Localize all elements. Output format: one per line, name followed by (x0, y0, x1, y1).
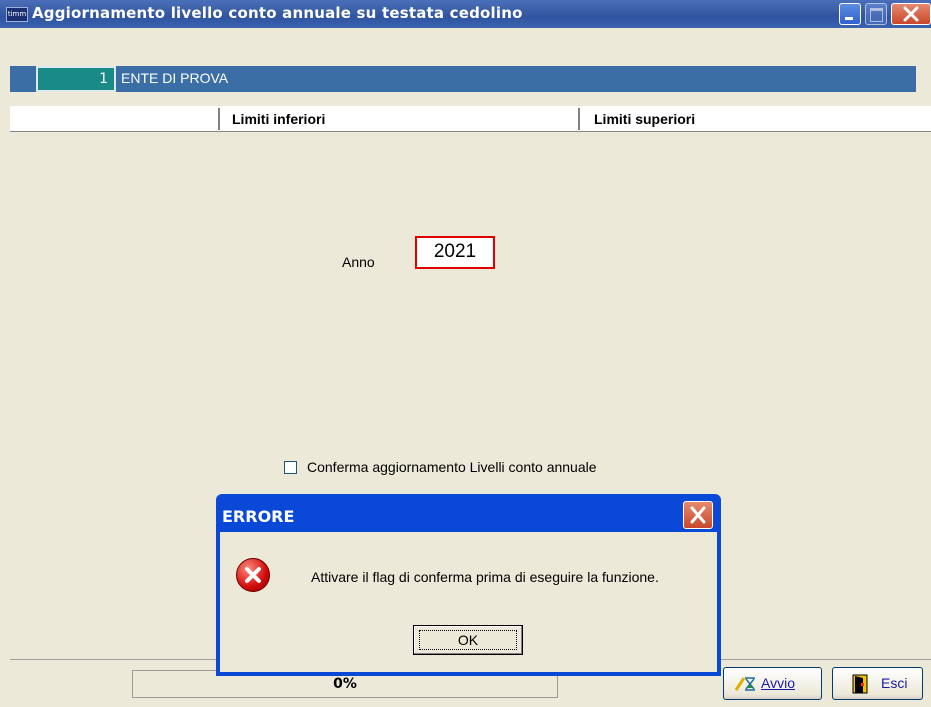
maximize-icon (866, 4, 886, 24)
header-separator[interactable] (578, 108, 581, 130)
app-icon: timm (6, 7, 28, 22)
upper-limits-header[interactable]: Limiti superiori (594, 111, 695, 127)
progress-text: 0% (333, 676, 357, 692)
focus-ring (419, 630, 517, 650)
esci-button[interactable]: Esci (832, 667, 923, 700)
close-button[interactable] (891, 3, 931, 25)
avvio-button[interactable]: Avvio (723, 667, 822, 700)
header-separator[interactable] (218, 108, 221, 130)
confirm-checkbox-label[interactable]: Conferma aggiornamento Livelli conto ann… (307, 459, 597, 475)
lower-limits-header[interactable]: Limiti inferiori (232, 111, 325, 127)
error-icon (236, 558, 270, 592)
avvio-label: Avvio (761, 675, 795, 691)
limits-header (10, 106, 931, 132)
minimize-icon (840, 4, 860, 24)
dialog-message: Attivare il flag di conferma prima di es… (311, 569, 659, 585)
esci-label: Esci (881, 675, 908, 691)
confirm-checkbox[interactable] (284, 461, 297, 474)
minimize-button[interactable] (839, 3, 861, 25)
anno-label: Anno (342, 254, 375, 270)
ok-button[interactable]: OK (413, 625, 523, 655)
anno-input[interactable]: 2021 (415, 236, 495, 269)
entity-code-field[interactable]: 1 (36, 66, 116, 92)
dialog-title: ERRORE (222, 507, 295, 526)
exit-door-icon (852, 674, 868, 694)
entity-name: ENTE DI PROVA (121, 70, 229, 86)
maximize-button[interactable] (865, 3, 887, 25)
hourglass-icon (734, 677, 755, 691)
close-icon (903, 6, 919, 22)
dialog-close-button[interactable] (683, 501, 713, 529)
window-title: Aggiornamento livello conto annuale su t… (32, 4, 523, 22)
close-icon (690, 506, 706, 524)
